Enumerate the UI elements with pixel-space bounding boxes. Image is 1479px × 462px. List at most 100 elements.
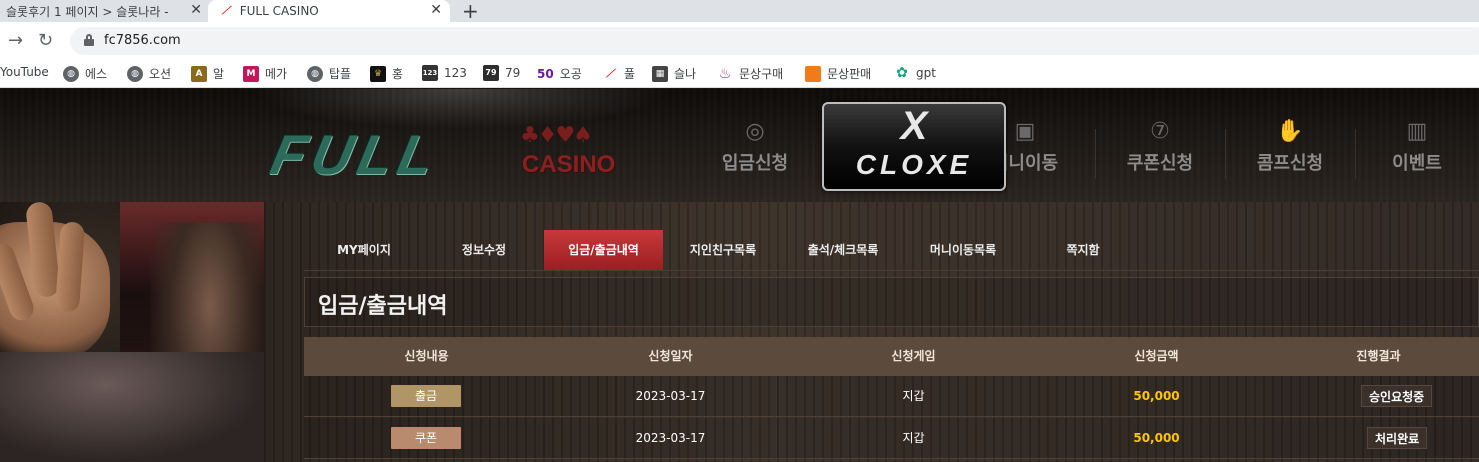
bookmark-label: 문상구매 [739, 67, 784, 81]
status-badge: 처리완료 [1367, 427, 1428, 449]
column-header-game: 신청게임 [891, 349, 936, 363]
full-casino-icon: ⟋ [606, 66, 614, 80]
crown-icon: ♛ [370, 65, 386, 82]
full-casino-logo[interactable]: FULL ♣♦♥♠ CASINO [265, 123, 632, 187]
request-type-badge: 쿠폰 [391, 427, 461, 449]
nav-label: 이벤트 [1392, 153, 1442, 174]
casino-site: FULL ♣♦♥♠ CASINO ◎ 입금신청 ▣ 머니이동 ⑦ 쿠폰신청 ✋ … [0, 89, 1479, 462]
table-row: 쿠폰 2023-03-17 지갑 50,000 처리완료 [304, 418, 1479, 459]
nav-deposit-request[interactable]: ◎ 입금신청 [690, 117, 820, 175]
browser-tab[interactable]: 슬롯후기 1 페이지 > 슬롯나라 - [0, 0, 208, 22]
bookmark-mega[interactable]: M 메가 [243, 65, 287, 82]
tab-my-page[interactable]: MY페이지 [304, 230, 424, 271]
bookmark-label: 슬나 [674, 67, 697, 81]
bookmark-123[interactable]: 123 123 [422, 65, 467, 81]
bookmark-seulna[interactable]: ▦ 슬나 [652, 65, 696, 82]
bookmark-ocean[interactable]: ◍ 오션 [127, 65, 171, 82]
card-suits-icon: ♣♦♥♠ [520, 123, 593, 148]
tab-attendance-list[interactable]: 출석/체크목록 [783, 230, 903, 271]
page-title-box: 입금/출금내역 [304, 277, 1479, 327]
full-casino-favicon-icon: ⟋ [222, 4, 230, 17]
tab-title: 슬롯후기 1 페이지 > 슬롯나라 - [6, 4, 169, 19]
hand-coin-icon: ✋ [1276, 119, 1304, 144]
bookmark-ogong[interactable]: 50 오공 [537, 65, 582, 82]
tab-title: FULL CASINO [239, 4, 319, 18]
bookmark-label: 123 [444, 66, 467, 80]
bookmarks-bar: YouTube ◍ 에스 ◍ 오션 A 알 M 메가 ◍ 탑플 ♛ 홍 123 … [0, 60, 1479, 88]
table-row: 출금 2023-03-17 지갑 50,000 승인요청중 [304, 376, 1479, 417]
film-icon: ▦ [652, 65, 668, 82]
tab-deposit-withdraw-history[interactable]: 입금/출금내역 [544, 230, 663, 271]
bookmark-label: 메가 [265, 67, 288, 81]
column-header-status: 진행결과 [1356, 349, 1401, 363]
lock-icon [84, 34, 94, 46]
logo-wordmark: FULL [265, 123, 446, 186]
bookmark-pul[interactable]: ⟋ 풀 [602, 65, 635, 82]
site-header: FULL ♣♦♥♠ CASINO ◎ 입금신청 ▣ 머니이동 ⑦ 쿠폰신청 ✋ … [0, 89, 1479, 202]
request-date: 2023-03-17 [635, 431, 706, 445]
request-amount: 50,000 [1133, 431, 1180, 445]
bookmark-label: 문상판매 [827, 67, 872, 81]
number-79-icon: 79 [483, 65, 499, 81]
browser-tab-bar: 슬롯후기 1 페이지 > 슬롯나라 - ⟋ FULL CASINO ✕ ✕ + [0, 0, 1479, 23]
request-type-badge: 출금 [391, 385, 461, 407]
bookmark-es[interactable]: ◍ 에스 [63, 65, 107, 82]
table-header: 신청내용 신청일자 신청게임 신청금액 진행결과 [304, 337, 1479, 376]
nav-label: 입금신청 [721, 153, 789, 174]
request-amount: 50,000 [1133, 389, 1180, 403]
forward-arrow-icon[interactable]: → [8, 30, 23, 51]
url-field[interactable]: fc7856.com [70, 27, 1479, 55]
mega-icon: M [243, 65, 259, 82]
browser-tab-active[interactable]: ⟋ FULL CASINO ✕ [208, 0, 450, 22]
bookmark-label: 오공 [559, 67, 582, 81]
danawa-icon: ♨ [718, 65, 732, 82]
bookmark-toppl[interactable]: ◍ 탑플 [307, 65, 351, 82]
nav-event[interactable]: ▥ 이벤트 [1352, 117, 1479, 175]
bookmark-79[interactable]: 79 79 [483, 65, 520, 81]
close-tab-icon[interactable]: ✕ [186, 0, 206, 22]
bookmark-label: gpt [916, 66, 936, 80]
coin-icon: ◎ [745, 119, 765, 144]
bookmark-label: 오션 [149, 67, 172, 81]
orange-square-icon [805, 65, 821, 82]
bookmark-label: 탑플 [329, 67, 352, 81]
slot-seven-icon: ⑦ [1150, 119, 1170, 144]
bookmark-munsang-sell[interactable]: 문상판매 [805, 65, 871, 82]
globe-icon: ◍ [307, 65, 323, 82]
number-123-icon: 123 [422, 65, 438, 81]
tab-edit-info[interactable]: 정보수정 [424, 230, 544, 271]
x-close-mark: X [900, 104, 928, 148]
close-tab-icon[interactable]: ✕ [430, 2, 442, 18]
my-page-subnav: MY페이지 정보수정 입금/출금내역 지인친구목록 출석/체크목록 머니이동목록… [304, 230, 1479, 271]
logo-subtitle: CASINO [522, 151, 616, 178]
bookmark-gpt[interactable]: ✿ gpt [894, 65, 936, 81]
globe-icon: ◍ [63, 65, 79, 82]
bookmark-hong[interactable]: ♛ 홍 [370, 65, 403, 82]
globe-icon: ◍ [127, 65, 143, 82]
tab-messages[interactable]: 쪽지함 [1023, 230, 1143, 271]
bookmark-label: 풀 [624, 67, 636, 81]
bookmark-munsang-buy[interactable]: ♨ 문상구매 [717, 65, 783, 82]
request-game: 지갑 [902, 431, 925, 445]
bookmark-al[interactable]: A 알 [191, 65, 224, 82]
status-badge: 승인요청중 [1361, 385, 1433, 407]
request-date: 2023-03-17 [635, 389, 706, 403]
x-close-label: CLOXE [855, 149, 973, 180]
page-title: 입금/출금내역 [318, 294, 448, 319]
nav-comp-request[interactable]: ✋ 콤프신청 [1225, 117, 1355, 175]
openai-icon: ✿ [896, 65, 908, 81]
x-close-overlay-button[interactable]: X CLOXE [822, 102, 1006, 191]
nav-coupon-request[interactable]: ⑦ 쿠폰신청 [1095, 117, 1225, 175]
nav-label: 쿠폰신청 [1126, 153, 1194, 174]
nav-label: 콤프신청 [1256, 153, 1324, 174]
tab-friend-list[interactable]: 지인친구목록 [663, 230, 783, 271]
reload-icon[interactable]: ↻ [38, 30, 53, 51]
bookmark-label: 79 [505, 66, 521, 80]
casino-logo-icon: A [191, 65, 207, 82]
tab-money-transfer-list[interactable]: 머니이동목록 [903, 230, 1023, 271]
column-header-date: 신청일자 [648, 349, 693, 363]
bookmark-label: 홍 [392, 67, 404, 81]
bookmark-youtube[interactable]: YouTube [0, 65, 49, 79]
new-tab-button[interactable]: + [462, 0, 479, 23]
address-bar-row: → ↻ fc7856.com [0, 22, 1479, 60]
